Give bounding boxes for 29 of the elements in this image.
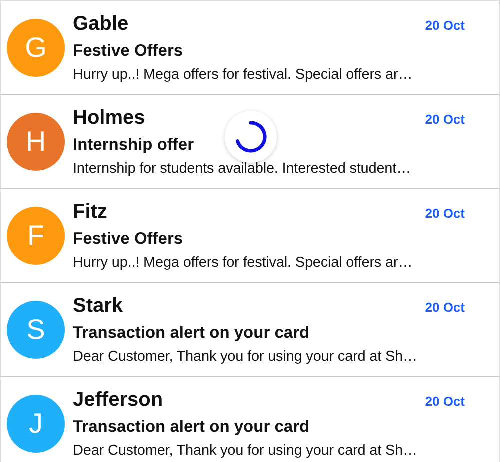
message-preview: Dear Customer, Thank you for using your card at Sh… <box>73 442 418 458</box>
message-date: 20 Oct <box>425 206 465 220</box>
sender-name: Gable <box>73 12 129 36</box>
avatar: J <box>7 394 65 452</box>
message-date: 20 Oct <box>425 300 465 314</box>
avatar: H <box>7 112 65 170</box>
message-subject: Festive Offers <box>73 42 184 60</box>
sender-name: Fitz <box>73 200 108 224</box>
message-date: 20 Oct <box>425 18 465 32</box>
sender-name: Jefferson <box>73 388 164 412</box>
sender-name: Holmes <box>73 106 146 130</box>
message-row[interactable]: S Stark 20 Oct Transaction alert on your card Dear Customer, Thank you for using your card at Sh… <box>1 283 499 377</box>
message-row[interactable]: F Fitz 20 Oct Festive Offers Hurry up..! Mega offers for festival. Special offers ar… <box>1 189 499 283</box>
avatar: G <box>7 18 65 76</box>
message-subject: Festive Offers <box>73 230 184 248</box>
message-row[interactable]: J Jefferson 20 Oct Transaction alert on your card Dear Customer, Thank you for using your card at Sh… <box>1 377 499 462</box>
message-subject: Internship offer <box>73 136 196 154</box>
message-subject: Transaction alert on your card <box>73 324 311 342</box>
message-row[interactable]: G Gable 20 Oct Festive Offers Hurry up..! Mega offers for festival. Special offers ar… <box>1 1 499 95</box>
message-subject: Transaction alert on your card <box>73 418 311 436</box>
message-preview: Hurry up..! Mega offers for festival. Special offers ar… <box>73 254 414 270</box>
message-preview: Hurry up..! Mega offers for festival. Special offers ar… <box>73 66 414 82</box>
message-preview: Dear Customer, Thank you for using your card at Sh… <box>73 348 418 364</box>
message-preview: Internship for students available. Interested student… <box>73 160 412 176</box>
message-date: 20 Oct <box>425 112 465 126</box>
sender-name: Stark <box>73 294 124 318</box>
avatar: S <box>7 300 65 358</box>
avatar: F <box>7 206 65 264</box>
message-date: 20 Oct <box>425 394 465 408</box>
